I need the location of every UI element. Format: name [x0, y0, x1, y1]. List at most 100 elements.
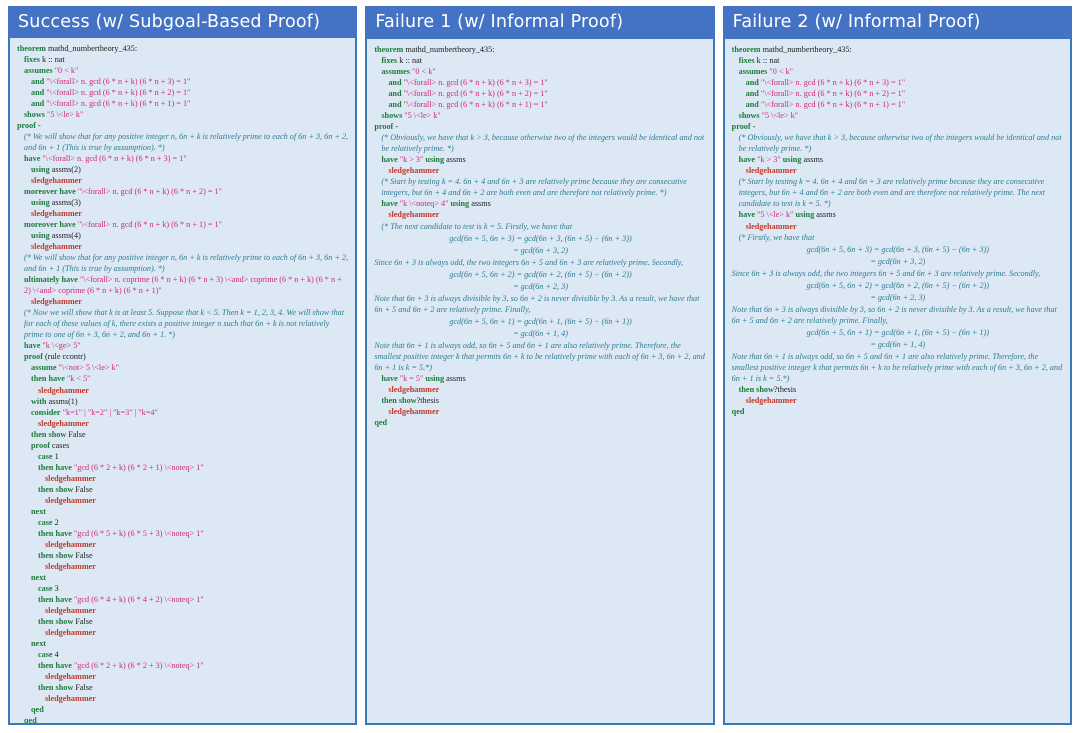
proof-comment: (* Start by testing k = 4. 6n + 4 and 6n… — [738, 177, 1047, 209]
code-line: have "k > 3" using assms — [374, 154, 706, 165]
panel-body-failure-2[interactable]: theorem mathd_numbertheory_435: fixes k :… — [722, 39, 1072, 725]
code-line: proof - — [732, 121, 1064, 132]
keyword-token: then show — [381, 395, 417, 405]
code-line: qed — [17, 715, 349, 723]
keyword-token: and — [745, 78, 759, 88]
string-token: "\<forall> n. gcd (6 * n + k) (6 * n + 3… — [403, 78, 548, 88]
code-token: 2 — [52, 517, 59, 527]
code-line: sledgehammer — [17, 385, 349, 396]
string-token: "\<forall> n. gcd (6 * n + k) (6 * n + 1… — [760, 100, 906, 110]
code-line: ultimately have "\<forall> n. coprime (6… — [17, 274, 349, 296]
string-token: "\<forall> n. gcd (6 * n + k) (6 * n + 2… — [77, 186, 222, 196]
keyword-token: then have — [38, 661, 72, 671]
keyword-token: case — [38, 451, 53, 461]
keyword-token: using — [423, 155, 445, 165]
code-line: and "\<forall> n. gcd (6 * n + k) (6 * n… — [732, 77, 1064, 88]
code-line: and "\<forall> n. gcd (6 * n + k) (6 * n… — [732, 88, 1064, 99]
code-line: assumes "0 < k" — [732, 66, 1064, 77]
string-token: "gcd (6 * 4 + k) (6 * 4 + 2) \<noteq> 1" — [73, 595, 204, 605]
keyword-token: have — [381, 373, 398, 383]
proof-code-success: theorem mathd_numbertheory_435: fixes k :… — [17, 43, 351, 723]
string-token: "\<forall> n. gcd (6 * n + k) (6 * n + 3… — [42, 153, 187, 163]
keyword-token: theorem — [374, 45, 404, 54]
string-token: "\<forall> n. gcd (6 * n + k) (6 * n + 3… — [760, 78, 906, 88]
code-line: with assms(1) — [17, 396, 349, 407]
sledgehammer-token: sledgehammer — [745, 221, 797, 231]
code-line: then show False — [17, 550, 349, 561]
code-token: 4 — [52, 650, 59, 660]
code-line: then show False — [17, 484, 349, 495]
code-line: next — [17, 572, 349, 583]
code-line: proof cases — [17, 440, 349, 451]
sledgehammer-token: sledgehammer — [745, 395, 797, 405]
keyword-token: shows — [381, 111, 403, 121]
keyword-token: proof — [17, 120, 36, 130]
code-line: and "\<forall> n. gcd (6 * n + k) (6 * n… — [374, 99, 706, 110]
proof-comment: Since 6n + 3 is always odd, the two inte… — [731, 268, 1041, 278]
code-line: theorem mathd_numbertheory_435: — [17, 43, 349, 54]
proof-comment: (* Obviously, we have that k > 3, becaus… — [738, 133, 1064, 154]
string-token: "k \<noteq> 4" — [399, 199, 449, 209]
code-line: sledgehammer — [17, 296, 349, 307]
sledgehammer-token: sledgehammer — [388, 210, 440, 220]
sledgehammer-token: sledgehammer — [38, 418, 89, 428]
sledgehammer-token: sledgehammer — [45, 539, 96, 549]
code-line: then show False — [17, 682, 349, 693]
panel-failure-1: Failure 1 (w/ Informal Proof) theorem ma… — [365, 6, 715, 725]
keyword-token: next — [31, 639, 47, 649]
code-line: theorem mathd_numbertheory_435: — [374, 44, 706, 55]
math-display: = gcd(6n + 2, 3) — [870, 292, 926, 302]
proof-code-failure-2: theorem mathd_numbertheory_435: fixes k :… — [732, 44, 1064, 417]
code-line: next — [17, 638, 349, 649]
keyword-token: ultimately have — [24, 275, 78, 285]
keyword-token: and — [388, 89, 402, 99]
code-line: and "\<forall> n. gcd (6 * n + k) (6 * n… — [374, 88, 706, 99]
code-token: ?thesis — [416, 395, 439, 405]
keyword-token: moreover have — [24, 220, 76, 230]
keyword-token: using — [423, 373, 445, 383]
proof-comment: (* Now we will show that k is at least 5… — [24, 308, 347, 340]
code-token: mathd_numbertheory_435: — [45, 43, 138, 53]
code-line: have "k \<noteq> 4" using assms — [374, 198, 706, 209]
keyword-token: then show — [38, 683, 74, 693]
keyword-token: proof — [24, 352, 43, 362]
keyword-token: shows — [24, 109, 45, 119]
code-token: assms — [444, 373, 466, 383]
keyword-token: and — [31, 87, 45, 97]
code-token: assms(3) — [49, 197, 81, 207]
math-display: = gcd(6n + 3, 2) — [513, 245, 568, 255]
string-token: "\<not> 5 \<le> k" — [58, 363, 119, 373]
keyword-token: qed — [731, 407, 745, 416]
proof-comment: (* Firstly, we have that — [738, 232, 815, 242]
code-line: shows "5 \<le> k" — [732, 110, 1064, 121]
panel-body-failure-1[interactable]: theorem mathd_numbertheory_435: fixes k :… — [365, 39, 715, 725]
math-display: = gcd(6n + 1, 4) — [870, 339, 926, 349]
code-token: False — [66, 429, 86, 439]
code-line: sledgehammer — [17, 175, 349, 186]
code-line: and "\<forall> n. gcd (6 * n + k) (6 * n… — [732, 99, 1064, 110]
code-line: sledgehammer — [17, 693, 349, 704]
panel-body-success[interactable]: theorem mathd_numbertheory_435: fixes k :… — [8, 37, 358, 725]
keyword-token: shows — [738, 111, 760, 121]
code-line: have "k > 3" using assms — [732, 154, 1064, 165]
code-line: sledgehammer — [17, 627, 349, 638]
code-token: - — [750, 122, 756, 132]
keyword-token: and — [31, 76, 45, 86]
code-token: assms — [469, 199, 491, 209]
code-line: case 2 — [17, 517, 349, 528]
keyword-token: proof — [31, 440, 50, 450]
code-line: then have "gcd (6 * 2 + k) (6 * 2 + 1) \… — [17, 462, 349, 473]
keyword-token: and — [745, 89, 759, 99]
sledgehammer-token: sledgehammer — [45, 562, 96, 571]
keyword-token: then show — [31, 429, 67, 439]
string-token: "5 \<le> k" — [404, 111, 441, 121]
keyword-token: and — [31, 98, 45, 108]
keyword-token: then have — [38, 528, 72, 538]
code-line: sledgehammer — [17, 539, 349, 550]
keyword-token: then have — [31, 374, 65, 384]
math-display: gcd(6n + 5, 6n + 2) = gcd(6n + 2, (6n + … — [806, 280, 990, 290]
code-line: case 3 — [17, 583, 349, 594]
proof-comment: (* We will show that for any positive in… — [24, 253, 351, 274]
proof-comment: (* Obviously, we have that k > 3, becaus… — [381, 133, 707, 154]
code-line: sledgehammer — [17, 495, 349, 506]
